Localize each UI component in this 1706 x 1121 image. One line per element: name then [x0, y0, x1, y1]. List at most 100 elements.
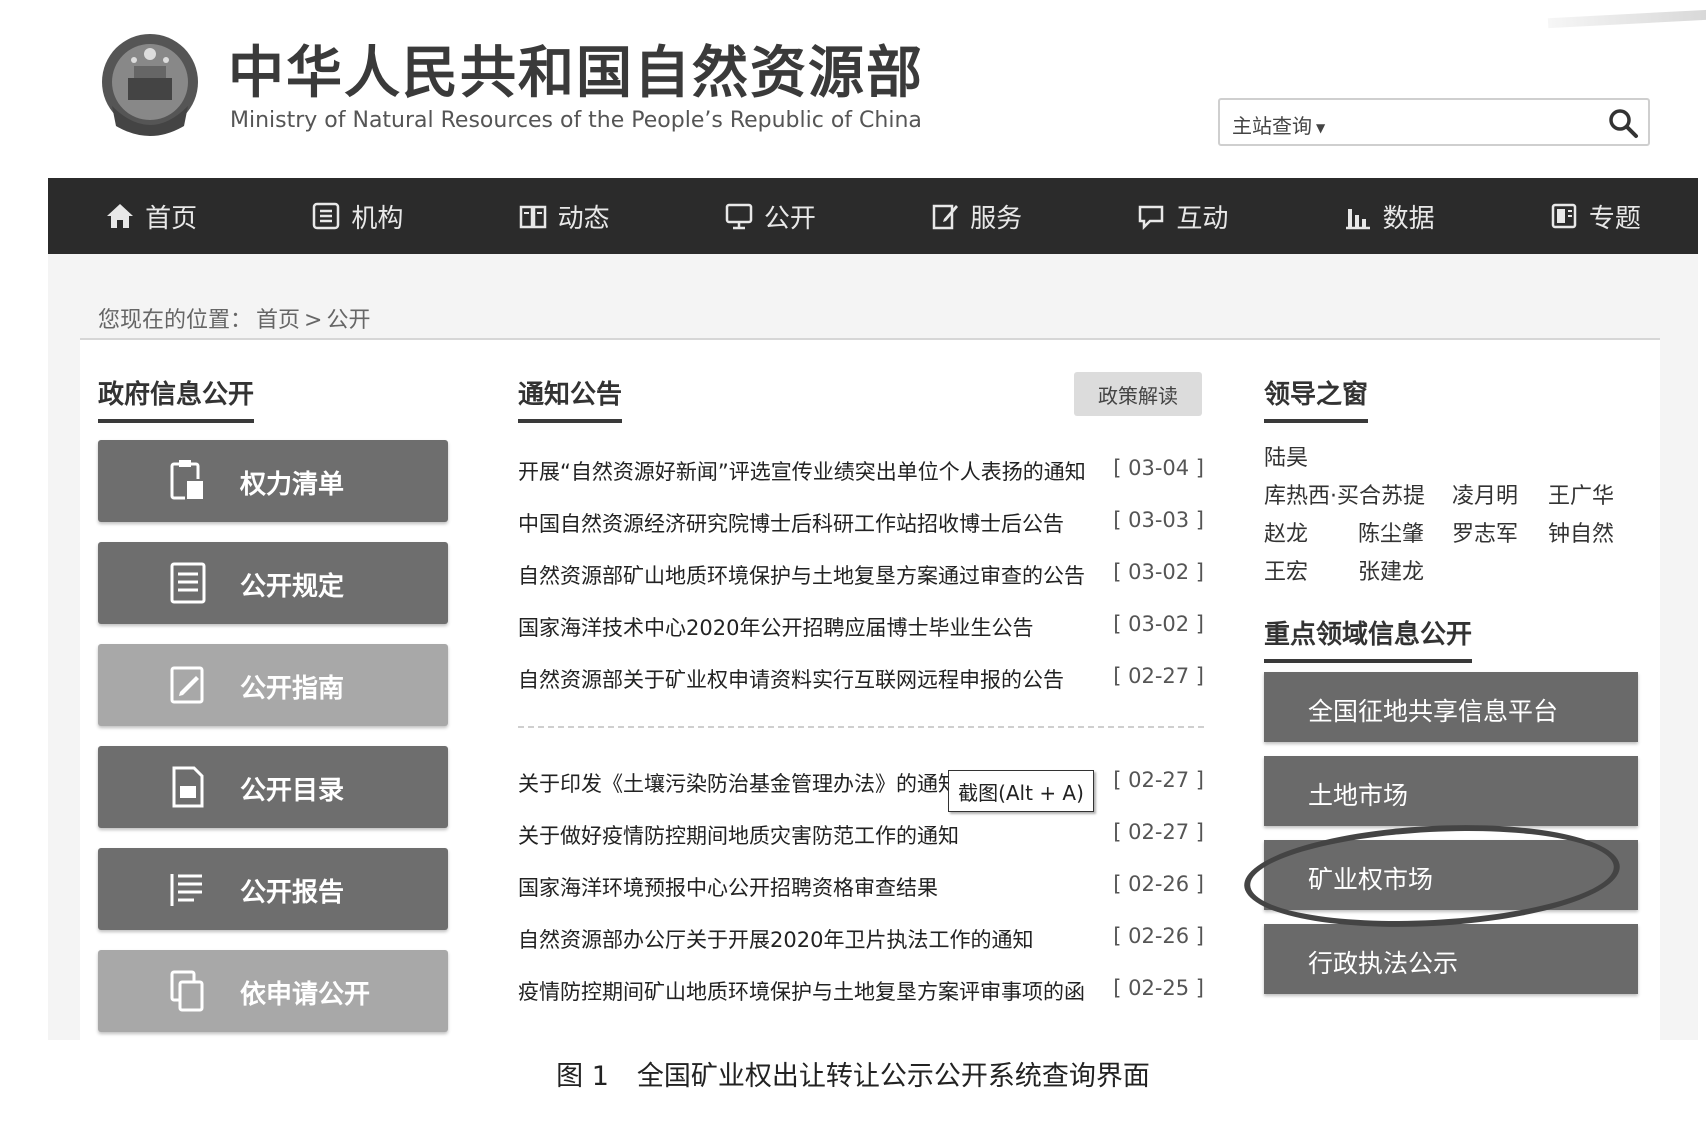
- news-date: [ 02-25 ]: [1113, 976, 1204, 1000]
- disclosure-rules-label: 公开规定: [240, 572, 345, 602]
- folder-icon: [1551, 203, 1577, 229]
- mining-rights-market-label: 矿业权市场: [1308, 865, 1434, 894]
- news-date: [ 02-27 ]: [1113, 664, 1204, 688]
- key-areas-title: 重点领域信息公开: [1264, 614, 1473, 663]
- main-nav: 首页 机构 动态 公开 服务 互动 数据 专题: [48, 178, 1698, 254]
- copy-document-icon: [170, 970, 204, 1012]
- document-list-icon: [170, 562, 206, 604]
- figure-number: 图 1: [556, 1061, 609, 1092]
- nav-item-data[interactable]: 数据: [1286, 178, 1492, 254]
- news-item[interactable]: 自然资源部办公厅关于开展2020年卫片执法工作的通知 [ 02-26 ]: [518, 924, 1204, 956]
- nav-item-news[interactable]: 动态: [461, 178, 667, 254]
- nav-item-label: 机构: [351, 203, 404, 234]
- news-item[interactable]: 自然资源部矿山地质环境保护与土地复垦方案通过审查的公告 [ 03-02 ]: [518, 560, 1204, 592]
- site-header: 中华人民共和国自然资源部 Ministry of Natural Resourc…: [48, 0, 1706, 178]
- nav-item-label: 公开: [763, 203, 816, 234]
- news-item[interactable]: 国家海洋环境预报中心公开招聘资格审查结果 [ 02-26 ]: [518, 872, 1204, 904]
- news-item[interactable]: 关于印发《土壤污染防治基金管理办法》的通知[ 02-27 ]: [518, 768, 1204, 800]
- notices-title: 通知公告: [518, 374, 623, 423]
- news-date: [ 03-03 ]: [1113, 508, 1204, 532]
- nav-item-topics[interactable]: 专题: [1492, 178, 1698, 254]
- leader-name[interactable]: 凌月明: [1452, 478, 1518, 510]
- search-icon[interactable]: [1606, 106, 1640, 140]
- nav-item-organization[interactable]: 机构: [254, 178, 460, 254]
- nav-item-public[interactable]: 公开: [667, 178, 873, 254]
- news-date: [ 03-02 ]: [1113, 612, 1204, 636]
- news-item[interactable]: 关于做好疫情防控期间地质灾害防范工作的通知 [ 02-27 ]: [518, 820, 1204, 852]
- leader-name[interactable]: 陈尘肇: [1358, 516, 1424, 548]
- search-scope-label: 主站查询: [1232, 114, 1312, 138]
- site-title: 中华人民共和国自然资源部: [228, 41, 924, 106]
- news-title: 国家海洋环境预报中心公开招聘资格审查结果: [518, 876, 938, 900]
- news-title: 国家海洋技术中心2020年公开招聘应届博士毕业生公告: [518, 616, 1034, 640]
- news-title: 开展“自然资源好新闻”评选宣传业绩突出单位个人表扬的通知: [518, 460, 1086, 484]
- decorative-stripe: [1547, 9, 1706, 29]
- news-title: 自然资源部矿山地质环境保护与土地复垦方案通过审查的公告: [518, 564, 1085, 588]
- chat-icon: [1139, 205, 1164, 231]
- nav-item-interaction[interactable]: 互动: [1079, 178, 1285, 254]
- news-title: 自然资源部关于矿业权申请资料实行互联网远程申报的公告: [518, 668, 1064, 692]
- gov-info-title: 政府信息公开: [98, 374, 255, 423]
- search-box: 主站查询 ▼: [1218, 98, 1650, 146]
- news-date: [ 02-27 ]: [1113, 820, 1204, 844]
- power-list-button[interactable]: 权力清单: [98, 440, 448, 522]
- national-emblem-icon: [102, 34, 198, 136]
- home-icon: [107, 204, 134, 228]
- disclosure-guide-button[interactable]: 公开指南: [98, 644, 448, 726]
- bar-chart-icon: [1345, 209, 1370, 230]
- nav-item-label: 互动: [1176, 203, 1229, 234]
- land-market-button[interactable]: 土地市场: [1264, 756, 1638, 826]
- news-title: 关于做好疫情防控期间地质灾害防范工作的通知: [518, 824, 959, 848]
- breadcrumb-prefix: 您现在的位置：: [98, 308, 253, 333]
- report-list-icon: [170, 874, 202, 906]
- clipboard-icon: [170, 460, 205, 501]
- leader-name[interactable]: 陆昊: [1264, 440, 1308, 472]
- leader-name[interactable]: 钟自然: [1548, 516, 1614, 548]
- nav-item-home[interactable]: 首页: [48, 178, 254, 254]
- disclosure-report-label: 公开报告: [240, 878, 345, 908]
- news-item[interactable]: 自然资源部关于矿业权申请资料实行互联网远程申报的公告 [ 02-27 ]: [518, 664, 1204, 696]
- news-item[interactable]: 疫情防控期间矿山地质环境保护与土地复垦方案评审事项的函 [ 02-25 ]: [518, 976, 1204, 1008]
- power-list-label: 权力清单: [240, 470, 345, 500]
- news-date: [ 02-26 ]: [1113, 872, 1204, 896]
- leader-name[interactable]: 库热西·买合苏提: [1264, 478, 1425, 510]
- land-acquisition-platform-button[interactable]: 全国征地共享信息平台: [1264, 672, 1638, 742]
- apply-disclosure-button[interactable]: 依申请公开: [98, 950, 448, 1032]
- apply-disclosure-label: 依申请公开: [240, 980, 371, 1010]
- news-date: [ 03-04 ]: [1113, 456, 1204, 480]
- file-icon: [172, 766, 204, 808]
- figure-caption-text: 全国矿业权出让转让公示公开系统查询界面: [636, 1061, 1150, 1092]
- leader-name[interactable]: 赵龙: [1264, 516, 1308, 548]
- nav-item-label: 动态: [557, 203, 610, 234]
- nav-item-label: 专题: [1588, 203, 1641, 234]
- disclosure-guide-label: 公开指南: [240, 674, 345, 704]
- news-item[interactable]: 中国自然资源经济研究院博士后科研工作站招收博士后公告 [ 03-03 ]: [518, 508, 1204, 540]
- news-title: 疫情防控期间矿山地质环境保护与土地复垦方案评审事项的函: [518, 980, 1085, 1004]
- monitor-icon: [725, 203, 753, 230]
- breadcrumb-current: 公开: [326, 308, 371, 333]
- disclosure-catalog-button[interactable]: 公开目录: [98, 746, 448, 828]
- disclosure-report-button[interactable]: 公开报告: [98, 848, 448, 930]
- disclosure-rules-button[interactable]: 公开规定: [98, 542, 448, 624]
- mining-rights-market-button[interactable]: 矿业权市场: [1264, 840, 1638, 910]
- organization-icon: [313, 202, 340, 230]
- news-date: [ 03-02 ]: [1113, 560, 1204, 584]
- book-icon: [519, 205, 546, 229]
- breadcrumb-home[interactable]: 首页: [256, 308, 300, 333]
- leader-name[interactable]: 王宏: [1264, 554, 1308, 586]
- search-input[interactable]: [1370, 106, 1590, 140]
- site-subtitle: Ministry of Natural Resources of the Peo…: [230, 108, 922, 133]
- news-item[interactable]: 国家海洋技术中心2020年公开招聘应届博士毕业生公告 [ 03-02 ]: [518, 612, 1204, 644]
- figure-caption: 图 1 全国矿业权出让转让公示公开系统查询界面: [0, 1054, 1706, 1093]
- leader-name[interactable]: 张建龙: [1358, 554, 1424, 586]
- nav-item-label: 服务: [970, 203, 1023, 234]
- leader-name[interactable]: 王广华: [1548, 478, 1614, 510]
- nav-item-label: 数据: [1382, 203, 1435, 234]
- leader-name[interactable]: 罗志军: [1452, 516, 1518, 548]
- news-date: [ 02-27 ]: [1113, 768, 1204, 792]
- policy-interpretation-button[interactable]: 政策解读: [1074, 372, 1202, 416]
- search-scope-dropdown[interactable]: 主站查询 ▼: [1232, 110, 1325, 139]
- news-item[interactable]: 开展“自然资源好新闻”评选宣传业绩突出单位个人表扬的通知 [ 03-04 ]: [518, 456, 1204, 488]
- nav-item-service[interactable]: 服务: [873, 178, 1079, 254]
- admin-enforcement-button[interactable]: 行政执法公示: [1264, 924, 1638, 994]
